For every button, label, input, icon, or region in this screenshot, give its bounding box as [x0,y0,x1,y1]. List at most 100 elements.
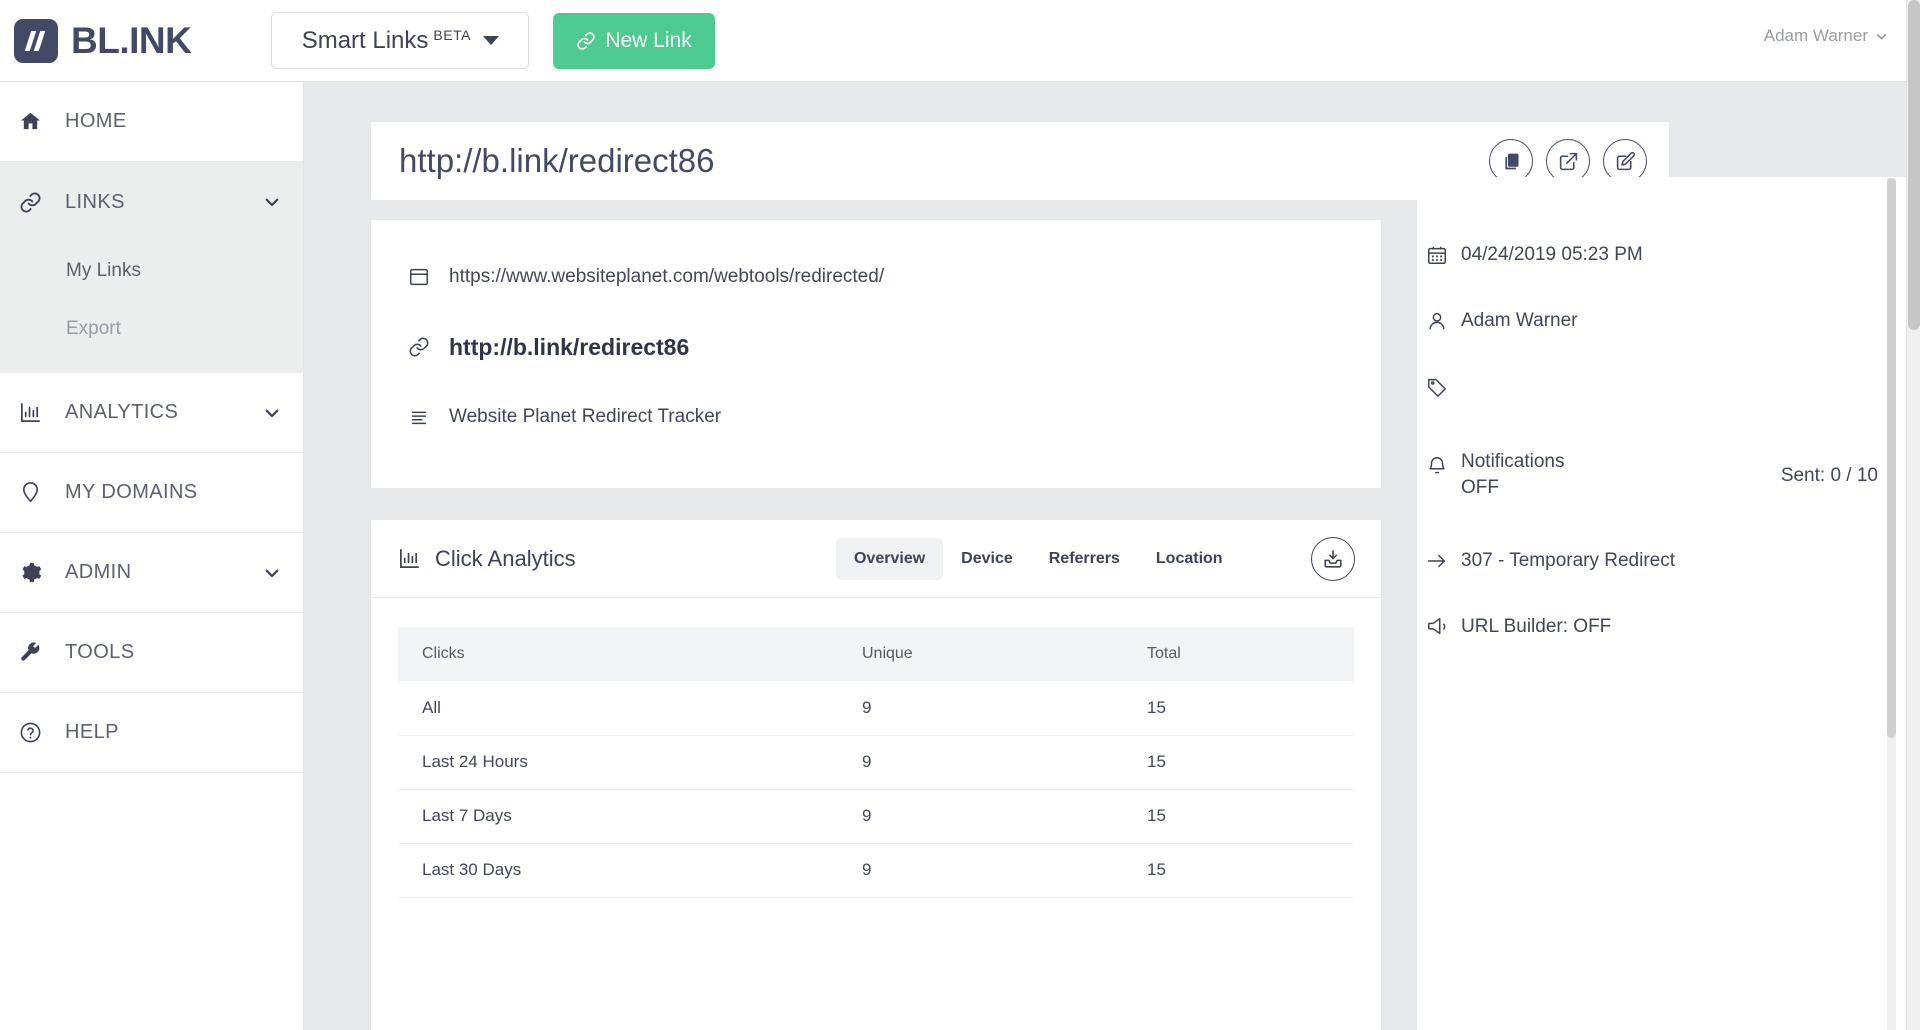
sidebar: HOME LINKS My Links Export ANALYTICS MY … [0,82,304,1030]
sidebar-item-label: ADMIN [65,561,132,583]
owner-name: Adam Warner [1461,310,1578,331]
bar-chart-icon [398,547,421,570]
sidebar-item-label: HELP [65,721,119,743]
link-meta-panel: 04/24/2019 05:23 PM Adam Warner Notifica… [1417,177,1906,1030]
sidebar-item-my-domains[interactable]: MY DOMAINS [0,453,303,533]
megaphone-icon [1417,616,1457,638]
column-header-clicks: Clicks [398,627,838,681]
beta-badge: BETA [433,27,471,43]
meta-row-created: 04/24/2019 05:23 PM [1417,227,1906,283]
detail-row-title: Website Planet Redirect Tracker [371,382,1381,452]
link-details-card: https://www.websiteplanet.com/webtools/r… [370,219,1382,489]
meta-row-tags [1417,359,1906,415]
cell-unique: 9 [838,681,1123,736]
link-icon [397,336,441,358]
table-row: All 9 15 [398,681,1354,736]
top-bar: BL.INK Smart Links BETA New Link Adam Wa… [0,0,1906,82]
sidebar-item-links[interactable]: LINKS [0,162,303,242]
browser-window-icon [397,266,441,288]
column-header-unique: Unique [838,627,1123,681]
cell-total: 15 [1123,843,1354,898]
cell-period: Last 24 Hours [398,735,838,790]
link-icon [8,191,52,214]
sidebar-item-admin[interactable]: ADMIN [0,533,303,613]
location-pin-icon [8,481,52,504]
sidebar-item-home[interactable]: HOME [0,82,303,162]
chevron-down-icon [1875,30,1888,43]
user-icon [1417,310,1457,332]
cell-period: All [398,681,838,736]
bar-chart-icon [8,401,52,424]
brand-logo[interactable]: BL.INK [14,18,192,63]
wrench-icon [8,641,52,664]
sidebar-item-label: HOME [65,110,127,132]
page-scrollbar-thumb[interactable] [1908,0,1920,330]
app-root: BL.INK Smart Links BETA New Link Adam Wa… [0,0,1920,1030]
sidebar-item-help[interactable]: HELP [0,693,303,773]
notifications-label: Notifications [1461,451,1565,472]
tab-device[interactable]: Device [943,538,1031,580]
chevron-down-icon [482,36,499,45]
cell-period: Last 7 Days [398,789,838,844]
sidebar-subitem-my-links[interactable]: My Links [0,242,303,300]
question-circle-icon [8,721,52,744]
brand-logo-text: BL.INK [71,19,192,61]
panel-scrollbar[interactable] [1887,178,1896,1030]
bell-icon [1417,455,1457,477]
notifications-sent-count: Sent: 0 / 10 [1780,465,1878,486]
sidebar-group-links: LINKS My Links Export [0,162,303,373]
sidebar-item-label: TOOLS [65,641,135,663]
table-row: Last 30 Days 9 15 [398,843,1354,898]
new-link-label: New Link [605,28,692,52]
chevron-down-icon[interactable] [263,193,281,211]
cell-total: 15 [1123,735,1354,790]
cell-unique: 9 [838,735,1123,790]
chevron-down-icon[interactable] [263,564,281,582]
user-name-label: Adam Warner [1763,26,1868,45]
cell-period: Last 30 Days [398,843,838,898]
detail-row-short-url: http://b.link/redirect86 [371,312,1381,382]
page-scrollbar[interactable] [1906,0,1920,1030]
click-analytics-header: Click Analytics Overview Device Referrer… [371,520,1381,598]
tab-overview[interactable]: Overview [836,537,944,580]
download-inbox-icon[interactable] [1311,536,1355,581]
table-row: Last 24 Hours 9 15 [398,735,1354,790]
smart-links-label: Smart Links [301,26,429,54]
sidebar-subitem-export[interactable]: Export [0,300,303,358]
home-icon [8,110,52,133]
tab-location[interactable]: Location [1138,538,1241,580]
tag-icon [1417,376,1457,398]
blink-logo-icon [14,18,58,63]
sidebar-item-analytics[interactable]: ANALYTICS [0,373,303,453]
link-icon [576,31,596,51]
destination-url[interactable]: https://www.websiteplanet.com/webtools/r… [449,266,884,288]
gear-icon [8,561,52,584]
sidebar-item-tools[interactable]: TOOLS [0,613,303,693]
link-title: Website Planet Redirect Tracker [449,406,722,427]
smart-links-dropdown[interactable]: Smart Links BETA [271,12,530,69]
sidebar-item-label: LINKS [65,190,125,213]
cell-unique: 9 [838,843,1123,898]
sidebar-item-label: ANALYTICS [65,401,179,423]
cell-total: 15 [1123,681,1354,736]
chevron-down-icon[interactable] [263,404,281,422]
short-url[interactable]: http://b.link/redirect86 [449,334,689,361]
arrow-right-icon [1417,550,1457,572]
calendar-icon [1417,244,1457,266]
tab-referrers[interactable]: Referrers [1031,538,1138,580]
panel-scrollbar-thumb[interactable] [1887,178,1896,738]
page-title: http://b.link/redirect86 [399,142,715,179]
sidebar-item-label: MY DOMAINS [65,481,198,503]
click-analytics-title: Click Analytics [435,545,576,571]
clicks-table: Clicks Unique Total All 9 15 Last 24 Hou… [398,627,1354,898]
meta-row-owner: Adam Warner [1417,293,1906,349]
cell-unique: 9 [838,789,1123,844]
text-lines-icon [397,406,441,428]
table-header-row: Clicks Unique Total [398,627,1354,681]
meta-row-url-builder: URL Builder: OFF [1417,599,1906,655]
new-link-button[interactable]: New Link [553,12,715,69]
main-content: http://b.link/redirect86 https://www.web… [304,82,1906,1030]
user-menu[interactable]: Adam Warner [1764,26,1888,46]
redirect-type: 307 - Temporary Redirect [1461,550,1676,571]
column-header-total: Total [1123,627,1354,681]
